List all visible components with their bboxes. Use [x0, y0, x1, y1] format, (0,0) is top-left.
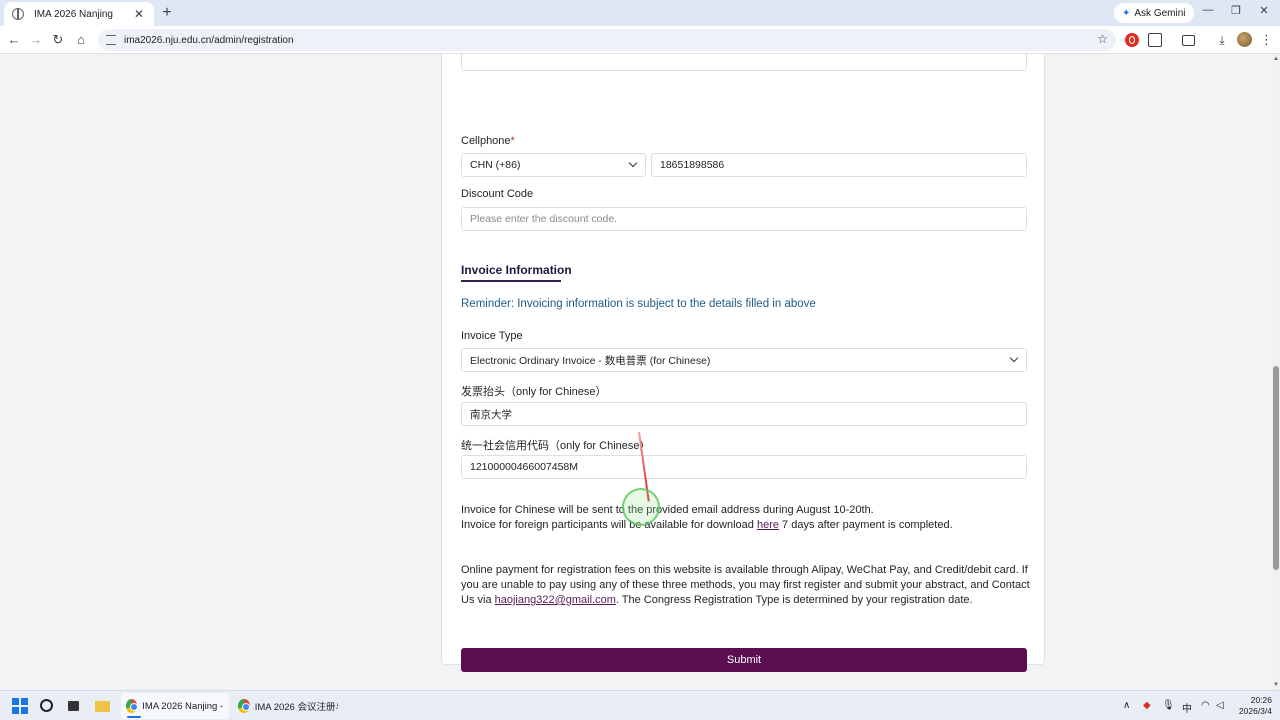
credit-code-value: 12100000466007458M — [470, 461, 579, 473]
invoice-note-chinese: Invoice for Chinese will be sent to the … — [461, 504, 874, 516]
bookmark-star-icon[interactable]: ☆ — [1097, 32, 1108, 46]
home-icon[interactable]: ⌂ — [72, 31, 90, 49]
required-mark: * — [510, 135, 515, 147]
invoice-note-foreign: Invoice for foreign participants will be… — [461, 518, 1031, 533]
windows-taskbar: IMA 2026 Nanjing - Goo IMA 2026 会议注册与缴 ∧… — [0, 690, 1280, 720]
credit-code-label: 统一社会信用代码（only for Chinese） — [461, 440, 651, 452]
contact-email-link[interactable]: haojiang322@gmail.com — [495, 594, 616, 606]
invoice-type-label: Invoice Type — [461, 330, 523, 342]
close-window-icon[interactable]: ✕ — [1254, 4, 1274, 17]
system-clock[interactable]: 20:26 2026/3/4 — [1232, 695, 1272, 717]
tray-overflow-chevron-icon[interactable]: ∧ — [1123, 700, 1130, 711]
site-settings-icon[interactable] — [106, 35, 116, 45]
new-tab-button[interactable]: + — [158, 4, 176, 22]
chrome-icon — [126, 699, 139, 713]
payment-note-tail: . The Congress Registration Type is dete… — [615, 594, 973, 606]
wifi-icon[interactable]: ◠ — [1201, 700, 1210, 711]
chevron-down-icon — [1009, 353, 1019, 363]
profile-avatar[interactable] — [1237, 32, 1252, 47]
country-code-select[interactable]: CHN (+86) — [461, 153, 646, 177]
clock-date: 2026/3/4 — [1238, 706, 1272, 716]
minimize-window-icon[interactable]: — — [1198, 4, 1218, 16]
ask-gemini-button[interactable]: ✦ Ask Gemini — [1114, 3, 1194, 23]
taskbar-app-chrome-1[interactable]: IMA 2026 Nanjing - Goo — [121, 693, 229, 719]
invoice-title-input[interactable]: 南京大学 — [461, 402, 1027, 426]
tab-search-icon[interactable] — [1182, 35, 1195, 46]
registration-form-card: Cellphone* CHN (+86) 18651898586 Discoun… — [441, 54, 1045, 672]
scroll-thumb[interactable] — [1273, 366, 1279, 570]
back-arrow-icon[interactable]: ← — [5, 31, 23, 49]
search-icon[interactable] — [40, 699, 53, 712]
windows-start-icon[interactable] — [12, 698, 28, 714]
forward-arrow-icon[interactable]: → — [27, 31, 45, 49]
opera-extension-icon[interactable] — [1125, 33, 1139, 47]
microphone-icon[interactable]: 🎙 — [1162, 700, 1175, 711]
cellphone-label: Cellphone* — [461, 135, 515, 147]
discount-code-label: Discount Code — [461, 188, 534, 200]
country-code-value: CHN (+86) — [470, 159, 521, 171]
cellphone-value: 18651898586 — [660, 159, 725, 171]
tab-strip: IMA 2026 Nanjing ✕ + ✦ Ask Gemini — ❐ ✕ — [0, 0, 1280, 26]
browser-tab-active[interactable]: IMA 2026 Nanjing ✕ — [4, 2, 154, 26]
invoice-note-foreign-text: Invoice for foreign participants will be… — [461, 519, 757, 531]
invoice-reminder: Reminder: Invoicing information is subje… — [461, 298, 816, 310]
invoice-section-title: Invoice Information — [461, 263, 572, 277]
tray-app-icon[interactable]: ◆ — [1143, 700, 1151, 711]
cellphone-label-text: Cellphone — [461, 135, 511, 147]
cursor-highlight — [622, 488, 660, 526]
restore-window-icon[interactable]: ❐ — [1226, 4, 1246, 17]
clock-time: 20:26 — [1250, 695, 1272, 705]
email-field-partial[interactable] — [461, 54, 1027, 71]
credit-code-input[interactable]: 12100000466007458M — [461, 455, 1027, 479]
address-bar[interactable]: ima2026.nju.edu.cn/admin/registration ☆ — [98, 29, 1116, 51]
scroll-up-arrow-icon[interactable]: ▲ — [1272, 56, 1280, 62]
payment-note: Online payment for registration fees on … — [461, 563, 1031, 608]
ime-indicator[interactable]: 中 — [1182, 700, 1192, 715]
submit-button[interactable]: Submit — [461, 648, 1027, 672]
task-view-icon[interactable] — [68, 701, 79, 711]
chrome-icon — [238, 699, 250, 713]
more-menu-icon[interactable]: ⋮ — [1260, 32, 1273, 48]
url-text: ima2026.nju.edu.cn/admin/registration — [124, 34, 294, 46]
file-explorer-icon[interactable] — [95, 701, 110, 712]
invoice-title-value: 南京大学 — [470, 408, 512, 421]
invoice-note-foreign-tail: 7 days after payment is completed. — [778, 519, 953, 531]
tab-title: IMA 2026 Nanjing — [34, 8, 113, 20]
tab-close-icon[interactable]: ✕ — [132, 7, 146, 21]
invoice-title-label: 发票抬头（only for Chinese） — [461, 386, 607, 398]
invoice-type-value: Electronic Ordinary Invoice - 数电普票 (for … — [470, 354, 711, 367]
taskbar-app-chrome-2[interactable]: IMA 2026 会议注册与缴 — [233, 693, 343, 719]
cellphone-input[interactable]: 18651898586 — [651, 153, 1027, 177]
page-scrollbar[interactable]: ▲ ▼ — [1272, 54, 1280, 690]
taskbar-app-label: IMA 2026 会议注册与缴 — [254, 702, 338, 713]
globe-icon — [12, 8, 24, 20]
ask-gemini-label: Ask Gemini — [1134, 7, 1186, 19]
browser-toolbar: ← → ↻ ⌂ ima2026.nju.edu.cn/admin/registr… — [0, 26, 1280, 54]
discount-code-input[interactable]: Please enter the discount code. — [461, 207, 1027, 231]
extensions-puzzle-icon[interactable] — [1148, 33, 1162, 47]
volume-icon[interactable]: ◁ — [1216, 700, 1224, 711]
reload-icon[interactable]: ↻ — [49, 31, 67, 49]
invoice-download-link[interactable]: here — [757, 519, 779, 531]
invoice-type-select[interactable]: Electronic Ordinary Invoice - 数电普票 (for … — [461, 348, 1027, 372]
discount-placeholder: Please enter the discount code. — [470, 213, 618, 225]
taskbar-app-label: IMA 2026 Nanjing - Goo — [142, 700, 224, 712]
gemini-sparkle-icon: ✦ — [1122, 7, 1131, 19]
download-icon[interactable]: ⤓ — [1215, 33, 1229, 47]
page-viewport: Cellphone* CHN (+86) 18651898586 Discoun… — [0, 54, 1272, 690]
chevron-down-icon — [628, 158, 638, 168]
scroll-down-arrow-icon[interactable]: ▼ — [1272, 682, 1280, 688]
invoice-notes: Invoice for Chinese will be sent to the … — [461, 503, 1031, 533]
section-underline — [461, 280, 561, 282]
